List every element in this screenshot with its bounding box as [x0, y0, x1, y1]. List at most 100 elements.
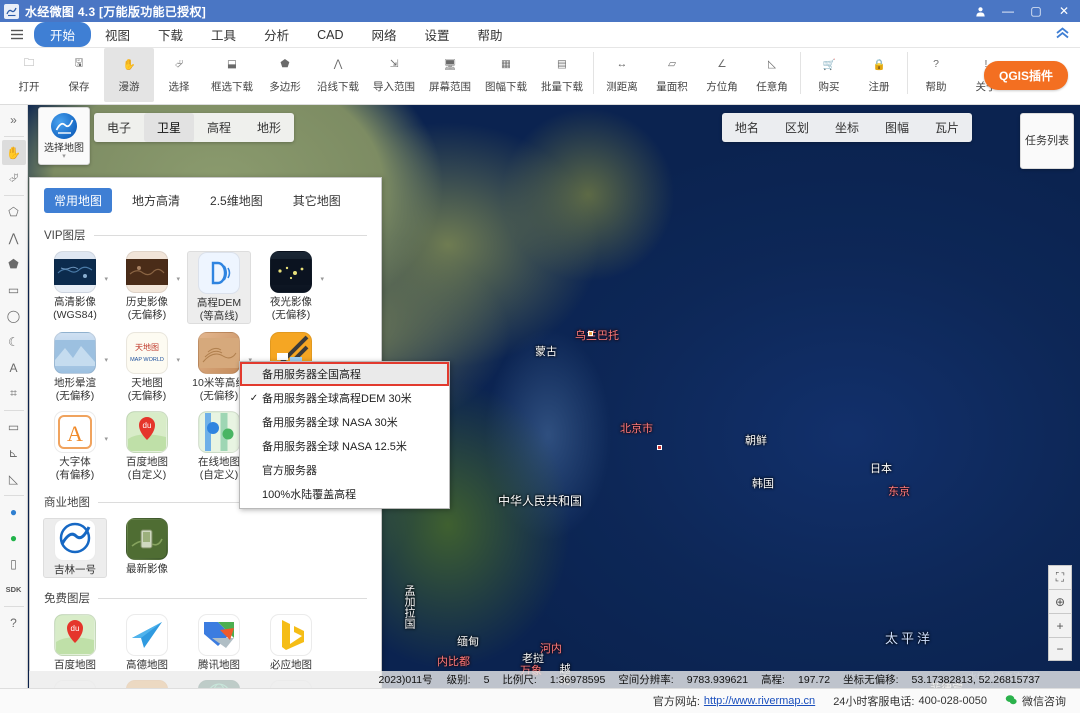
- overlay-tab-1[interactable]: 区划: [772, 113, 822, 142]
- ribbon-button-6[interactable]: ⋀ 沿线下载: [310, 48, 366, 102]
- user-icon[interactable]: [966, 0, 994, 22]
- crosshair-target-icon[interactable]: ⊕: [1048, 589, 1072, 613]
- panel-tab-2[interactable]: 2.5维地图: [200, 188, 273, 213]
- green-marker-icon[interactable]: ●: [2, 525, 26, 550]
- map-layer-tile[interactable]: A 大字体 (有偏移) ▾: [43, 411, 108, 482]
- caret-down-icon[interactable]: ▾: [104, 354, 108, 367]
- map-layer-tile[interactable]: du 百度地图 (自定义): [115, 411, 179, 482]
- map-layer-tile[interactable]: 吉林一号: [43, 518, 107, 578]
- add-text-icon[interactable]: A: [2, 355, 26, 380]
- ribbon-button-15[interactable]: 🛒 购买: [804, 48, 854, 102]
- chevron-double-up-icon[interactable]: [1055, 27, 1070, 42]
- menu-item-2[interactable]: 下载: [144, 22, 197, 47]
- ribbon-button-14[interactable]: ◺ 任意角: [747, 48, 797, 102]
- map-layer-tile[interactable]: 高清影像 (WGS84) ▾: [43, 251, 108, 324]
- map-layer-tile[interactable]: 历史影像 (无偏移) ▾: [115, 251, 180, 324]
- map-layer-tile[interactable]: 最新影像: [115, 518, 179, 578]
- menu-item-5[interactable]: CAD: [303, 25, 357, 45]
- close-button[interactable]: ✕: [1050, 0, 1078, 22]
- caret-down-icon[interactable]: ▾: [176, 354, 180, 367]
- dropdown-item-3[interactable]: 备用服务器全球 NASA 12.5米: [240, 434, 449, 458]
- menu-item-3[interactable]: 工具: [197, 22, 250, 47]
- ribbon-button-1[interactable]: 🖫 保存: [54, 48, 104, 102]
- map-layer-tile[interactable]: 夜光影像 (无偏移) ▾: [259, 251, 324, 324]
- add-shape-icon[interactable]: ⬟: [2, 251, 26, 276]
- measure-slope-icon[interactable]: ◺: [2, 466, 26, 491]
- menu-item-7[interactable]: 设置: [411, 22, 464, 47]
- zoom-out-icon[interactable]: −: [1048, 637, 1072, 661]
- overlay-tab-0[interactable]: 地名: [722, 113, 772, 142]
- earth-globe-icon[interactable]: ●: [2, 499, 26, 524]
- basemap-tab-1[interactable]: 卫星: [144, 113, 195, 142]
- ribbon-button-0[interactable]: 🗀 打开: [4, 48, 54, 102]
- caret-down-icon[interactable]: ▾: [104, 433, 108, 446]
- overlay-tab-2[interactable]: 坐标: [822, 113, 872, 142]
- ribbon-button-5[interactable]: ⬟ 多边形: [260, 48, 310, 102]
- caret-down-icon[interactable]: ▾: [104, 273, 108, 286]
- ribbon-button-9[interactable]: ▦ 图幅下载: [478, 48, 534, 102]
- measure-distance-icon[interactable]: ▭: [2, 414, 26, 439]
- expand-arrows-icon[interactable]: »: [2, 107, 26, 132]
- ribbon-button-4[interactable]: ⬓ 框选下载: [204, 48, 260, 102]
- sdk-icon[interactable]: SDK: [2, 577, 26, 602]
- dropdown-item-1[interactable]: ✓ 备用服务器全球高程DEM 30米: [240, 386, 449, 410]
- dropdown-item-4[interactable]: 官方服务器: [240, 458, 449, 482]
- caret-down-icon[interactable]: ▾: [320, 273, 324, 286]
- measure-ruler-icon[interactable]: ⌗: [2, 381, 26, 406]
- ribbon-button-label: 漫游: [118, 81, 140, 93]
- question-circle-icon[interactable]: ?: [2, 610, 26, 635]
- add-polyline-icon[interactable]: ⋀: [2, 225, 26, 250]
- map-layer-tile[interactable]: 地形晕渲 (无偏移) ▾: [43, 332, 108, 403]
- cursor-arrow-icon[interactable]: ⮰: [2, 166, 26, 191]
- panel-tab-3[interactable]: 其它地图: [283, 188, 351, 213]
- hamburger-icon[interactable]: [0, 27, 34, 43]
- ribbon-button-13[interactable]: ∠ 方位角: [697, 48, 747, 102]
- map-layer-tile[interactable]: 高德地图: [115, 614, 179, 672]
- minimize-button[interactable]: —: [994, 0, 1022, 22]
- ribbon-button-3[interactable]: ⮰ 选择: [154, 48, 204, 102]
- panel-tab-1[interactable]: 地方高清: [122, 188, 190, 213]
- add-polygon-icon[interactable]: ⬠: [2, 199, 26, 224]
- zoom-in-icon[interactable]: +: [1048, 613, 1072, 637]
- menu-item-6[interactable]: 网络: [357, 22, 410, 47]
- menu-item-4[interactable]: 分析: [250, 22, 303, 47]
- map-layer-tile[interactable]: 必应地图: [259, 614, 323, 672]
- pan-hand-icon[interactable]: ✋: [1, 140, 26, 165]
- add-rectangle-icon[interactable]: ▭: [2, 277, 26, 302]
- ribbon-button-8[interactable]: 🖥 屏幕范围: [422, 48, 478, 102]
- ribbon-button-11[interactable]: ↔ 测距离: [597, 48, 647, 102]
- maximize-button[interactable]: ▢: [1022, 0, 1050, 22]
- ribbon-button-10[interactable]: ▤ 批量下载: [534, 48, 590, 102]
- task-list-button[interactable]: 任务列表: [1020, 113, 1074, 169]
- basemap-tab-2[interactable]: 高程: [194, 113, 244, 142]
- official-site-link[interactable]: http://www.rivermap.cn: [704, 695, 815, 707]
- menu-item-8[interactable]: 帮助: [464, 22, 517, 47]
- dropdown-item-0[interactable]: 备用服务器全国高程: [240, 362, 449, 386]
- map-layer-tile[interactable]: 天地图 MAP WORLD 天地图 (无偏移) ▾: [115, 332, 180, 403]
- basemap-tab-0[interactable]: 电子: [94, 113, 144, 142]
- add-circle-icon[interactable]: ◯: [2, 303, 26, 328]
- map-layer-tile[interactable]: 腾讯地图: [187, 614, 251, 672]
- measure-elevation-icon[interactable]: ⊾: [2, 440, 26, 465]
- ribbon-button-12[interactable]: ▱ 量面积: [647, 48, 697, 102]
- ribbon-button-2[interactable]: ✋ 漫游: [104, 48, 154, 102]
- fullscreen-icon[interactable]: ⛶: [1048, 565, 1072, 589]
- ribbon-button-16[interactable]: 🔒 注册: [854, 48, 904, 102]
- basemap-tab-3[interactable]: 地形: [244, 113, 294, 142]
- overlay-tab-4[interactable]: 瓦片: [922, 113, 972, 142]
- ribbon-button-7[interactable]: ⇲ 导入范围: [366, 48, 422, 102]
- panel-tab-0[interactable]: 常用地图: [44, 188, 113, 213]
- caret-down-icon[interactable]: ▾: [176, 273, 180, 286]
- menu-item-1[interactable]: 视图: [91, 22, 144, 47]
- dropdown-item-2[interactable]: 备用服务器全球 NASA 30米: [240, 410, 449, 434]
- qgis-plugin-button[interactable]: QGIS插件: [983, 61, 1068, 90]
- mobile-device-icon[interactable]: ▯: [2, 551, 26, 576]
- add-arc-icon[interactable]: ☾: [2, 329, 26, 354]
- map-select-button[interactable]: 常用地图 选择地图 ▾: [38, 107, 90, 165]
- map-layer-tile[interactable]: du 百度地图: [43, 614, 107, 672]
- dropdown-item-5[interactable]: 100%水陆覆盖高程: [240, 482, 449, 506]
- menu-item-0[interactable]: 开始: [34, 22, 92, 47]
- map-layer-tile[interactable]: 高程DEM (等高线): [187, 251, 251, 324]
- ribbon-button-17[interactable]: ? 帮助: [911, 48, 961, 102]
- overlay-tab-3[interactable]: 图幅: [872, 113, 922, 142]
